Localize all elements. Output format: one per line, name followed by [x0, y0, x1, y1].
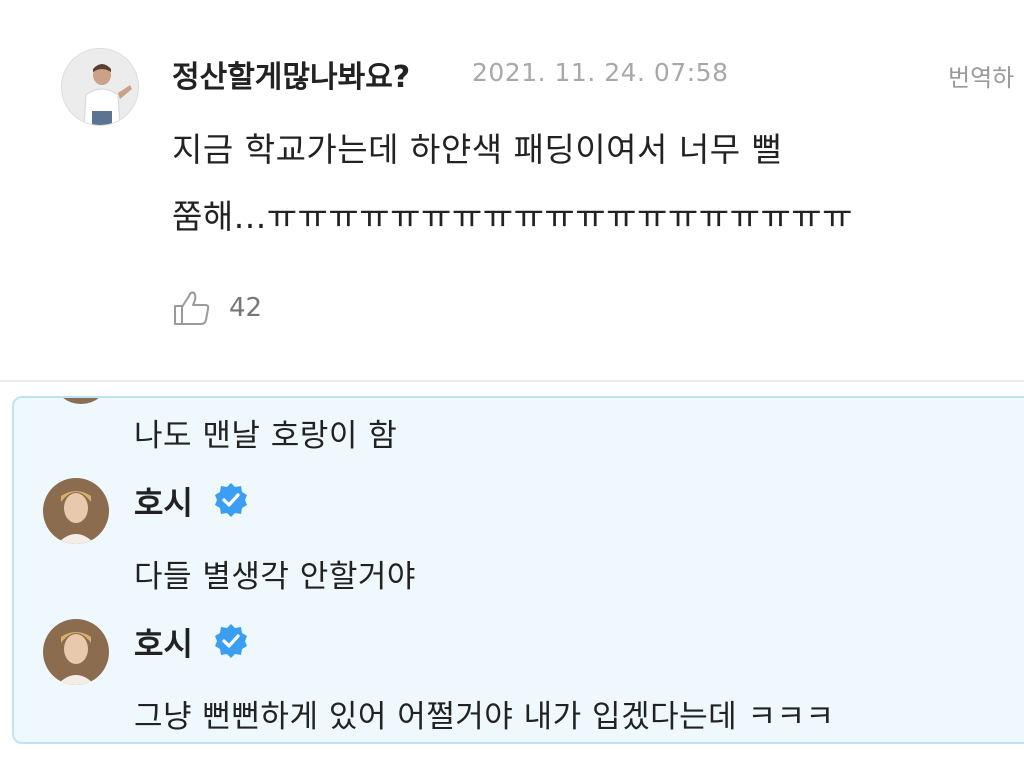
verified-badge-icon	[215, 624, 247, 658]
reply-thread: 나도 맨날 호랑이 함 호시 다들 별생각 안할거야 호시 그냥 뻔뻔하게 있어…	[12, 396, 1024, 744]
thumbs-up-icon[interactable]	[172, 288, 212, 328]
reply-author-name[interactable]: 호시	[134, 478, 193, 524]
verified-badge-icon	[215, 483, 247, 517]
reply-text: 그냥 뻔뻔하게 있어 어쩔거야 내가 입겠다는데 ㅋㅋㅋ	[134, 699, 835, 735]
avatar-photo	[43, 478, 109, 544]
avatar-photo	[43, 619, 109, 685]
main-comment: 정산할게많나봐요? 2021. 11. 24. 07:58 번역하 지금 학교가…	[0, 0, 1024, 382]
reply-avatar[interactable]	[43, 478, 109, 544]
partial-avatar	[56, 398, 106, 404]
commenter-avatar[interactable]	[61, 48, 139, 126]
like-count: 42	[229, 293, 263, 323]
reply-text: 다들 별생각 안할거야	[134, 559, 416, 595]
reply-author-name[interactable]: 호시	[134, 619, 193, 665]
translate-button[interactable]: 번역하	[948, 58, 1024, 93]
section-divider	[0, 380, 1024, 382]
comment-body-line-2: 쭘해...ㅠㅠㅠㅠㅠㅠㅠㅠㅠㅠㅠㅠㅠㅠㅠㅠㅠㅠㅠ	[172, 197, 854, 236]
reply-avatar[interactable]	[43, 619, 109, 685]
comment-body-line-1: 지금 학교가는데 하얀색 패딩이여서 너무 뻘	[172, 130, 783, 169]
comment-timestamp: 2021. 11. 24. 07:58	[472, 58, 729, 87]
reply-text-first: 나도 맨날 호랑이 함	[134, 418, 398, 454]
avatar-photo	[62, 49, 138, 125]
commenter-name[interactable]: 정산할게많나봐요?	[172, 52, 410, 96]
